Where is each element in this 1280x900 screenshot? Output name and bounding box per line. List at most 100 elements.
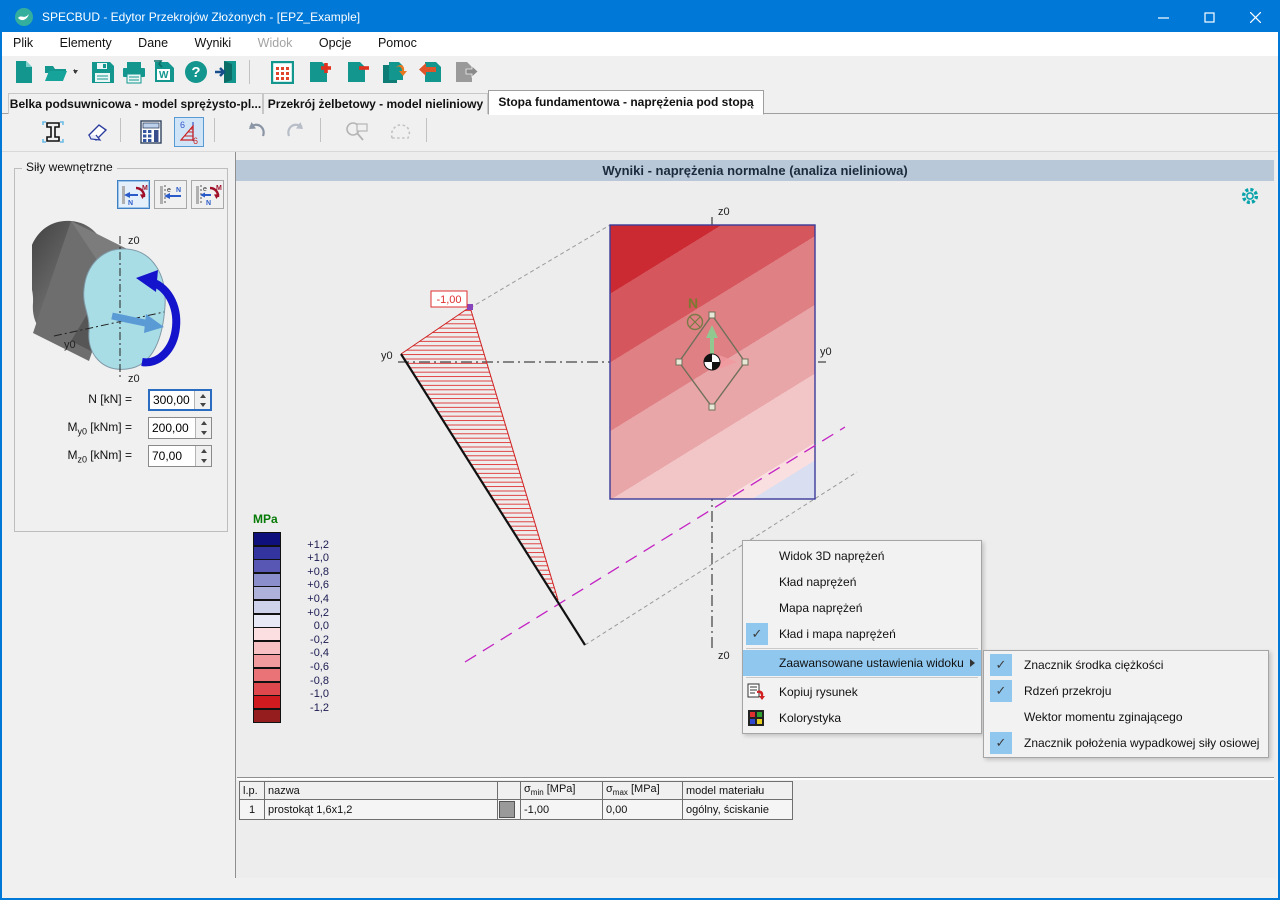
print-button[interactable] xyxy=(120,58,148,86)
results-header: Wyniki - naprężenia normalne (analiza ni… xyxy=(236,160,1274,181)
svg-text:e: e xyxy=(203,186,207,193)
legend-value-label: +0,6 xyxy=(283,579,329,591)
minimize-button[interactable] xyxy=(1140,2,1186,32)
color-palette-icon xyxy=(747,709,765,727)
load-mode-en-button[interactable]: eN xyxy=(154,180,187,209)
spinner-up-icon[interactable] xyxy=(196,446,211,456)
field-row-mz0: Mz0 [kNm] = xyxy=(4,445,224,467)
spinner-down-icon[interactable] xyxy=(196,456,211,466)
submenu-item-rdzen-przekroju[interactable]: ✓Rdzeń przekroju xyxy=(984,678,1268,704)
help-button[interactable]: ? xyxy=(182,58,210,86)
legend-swatch xyxy=(253,668,281,682)
col-lp[interactable]: l.p. xyxy=(240,782,265,800)
menu-item-kolorystyka[interactable]: Kolorystyka xyxy=(743,705,981,731)
new-file-button[interactable] xyxy=(10,58,38,86)
exit-door-icon xyxy=(214,60,238,84)
open-folder-icon xyxy=(44,60,80,84)
menu-pomoc[interactable]: Pomoc xyxy=(367,32,428,56)
spinner-up-icon[interactable] xyxy=(196,418,211,428)
magnifier-tag-icon xyxy=(344,120,370,144)
centroid-marker xyxy=(704,354,720,370)
menu-elementy[interactable]: Elementy xyxy=(49,32,123,56)
col-sigma-max[interactable]: σmax [MPa] xyxy=(603,782,683,800)
duplicate-tab-button[interactable] xyxy=(380,58,408,86)
menu-item-widok-3d[interactable]: Widok 3D naprężeń xyxy=(743,543,981,569)
toolbar-separator xyxy=(426,118,427,142)
menu-item-zaawansowane[interactable]: Zaawansowane ustawienia widoku xyxy=(743,650,981,676)
eraser-icon xyxy=(85,121,109,143)
remove-tab-button[interactable] xyxy=(344,58,372,86)
svg-text:M: M xyxy=(216,185,222,192)
legend-value-label: -0,6 xyxy=(283,661,329,673)
axis-y0-left-label: y0 xyxy=(381,350,393,362)
groupbox-title: Siły wewnętrzne xyxy=(22,160,117,174)
load-mode-emn-button[interactable]: eMN xyxy=(191,180,224,209)
legend-value-label: +1,0 xyxy=(283,552,329,564)
col-sigma-min[interactable]: σmin [MPa] xyxy=(521,782,603,800)
undo-icon xyxy=(242,120,268,144)
menu-opcje[interactable]: Opcje xyxy=(308,32,363,56)
exit-button[interactable] xyxy=(212,58,240,86)
n-input[interactable] xyxy=(150,391,199,409)
eraser-button[interactable] xyxy=(82,117,112,147)
section-table-button[interactable] xyxy=(268,58,296,86)
moment-axial-icon: MN xyxy=(120,183,148,207)
col-nazwa[interactable]: nazwa xyxy=(265,782,498,800)
tab-belka-podsuwnicowa[interactable]: Belka podsuwnicowa - model sprężysto-pl.… xyxy=(8,93,263,114)
table-header-row: l.p. nazwa σmin [MPa] σmax [MPa] model m… xyxy=(240,782,793,800)
legend-value-label: +0,4 xyxy=(283,593,329,605)
legend-swatch xyxy=(253,709,281,723)
add-tab-button[interactable] xyxy=(306,58,334,86)
checkmark-icon: ✓ xyxy=(990,654,1012,676)
open-file-button[interactable] xyxy=(42,58,82,86)
legend-value-label: -1,2 xyxy=(283,702,329,714)
section-editor-button[interactable] xyxy=(38,117,68,147)
redo-icon xyxy=(284,120,310,144)
eccentric-axial-icon: eN xyxy=(157,183,185,207)
menu-item-klad-i-mapa[interactable]: ✓Kład i mapa naprężeń xyxy=(743,621,981,647)
my0-input[interactable] xyxy=(149,418,198,438)
title-bar: SPECBUD - Edytor Przekrojów Złożonych - … xyxy=(2,2,1278,32)
submenu-item-znacznik-srodka[interactable]: ✓Znacznik środka ciężkości xyxy=(984,652,1268,678)
import-tab-button[interactable] xyxy=(416,58,444,86)
my0-field-label: My0 [kNm] = xyxy=(67,420,132,436)
svg-text:W: W xyxy=(159,70,169,81)
spinner-up-icon[interactable] xyxy=(195,391,210,400)
spinner-down-icon[interactable] xyxy=(195,400,210,409)
cell-color xyxy=(498,800,521,820)
svg-text:-1,00: -1,00 xyxy=(436,294,461,306)
submenu-item-wektor-momentu[interactable]: Wektor momentu zginającego xyxy=(984,704,1268,730)
save-button[interactable] xyxy=(88,58,116,86)
axis-y0-right-label: y0 xyxy=(820,346,832,358)
close-button[interactable] xyxy=(1232,2,1278,32)
menu-wyniki[interactable]: Wyniki xyxy=(184,32,243,56)
stress-diagram-button[interactable]: 66 xyxy=(174,117,204,147)
tab-stopa-fundamentowa[interactable]: Stopa fundamentowa - naprężenia pod stop… xyxy=(488,90,764,115)
load-mode-mn-button[interactable]: MN xyxy=(117,180,150,209)
canvas-divider xyxy=(237,777,1274,780)
maximize-button[interactable] xyxy=(1186,2,1232,32)
tab-przekroj-zelbetowy[interactable]: Przekrój żelbetowy - model nieliniowy xyxy=(263,93,488,114)
stress-diagram-icon: 66 xyxy=(177,119,201,145)
col-color[interactable] xyxy=(498,782,521,800)
table-row[interactable]: 1 prostokąt 1,6x1,2 -1,00 0,00 ogólny, ś… xyxy=(240,800,793,820)
menu-item-klad-naprezen[interactable]: Kład naprężeń xyxy=(743,569,981,595)
cell-sigma-max: 0,00 xyxy=(603,800,683,820)
mz0-field xyxy=(148,445,212,467)
menu-plik[interactable]: Plik xyxy=(2,32,44,56)
results-table-button[interactable] xyxy=(136,117,166,147)
sections-table: l.p. nazwa σmin [MPa] σmax [MPa] model m… xyxy=(239,781,793,820)
col-model[interactable]: model materiału xyxy=(683,782,793,800)
svg-text:M: M xyxy=(142,185,148,192)
mz0-input[interactable] xyxy=(149,446,198,466)
submenu-item-znacznik-polozenia[interactable]: ✓Znacznik położenia wypadkowej siły osio… xyxy=(984,730,1268,756)
menu-dane[interactable]: Dane xyxy=(127,32,179,56)
legend-value-label: 0,0 xyxy=(283,620,329,632)
menu-item-kopiuj-rysunek[interactable]: Kopiuj rysunek xyxy=(743,679,981,705)
undo-button[interactable] xyxy=(240,117,270,147)
spinner-down-icon[interactable] xyxy=(196,428,211,438)
export-word-button[interactable]: W xyxy=(150,58,178,86)
legend-value-label: -0,2 xyxy=(283,634,329,646)
menu-item-mapa-naprezen[interactable]: Mapa naprężeń xyxy=(743,595,981,621)
legend-swatch xyxy=(253,641,281,655)
